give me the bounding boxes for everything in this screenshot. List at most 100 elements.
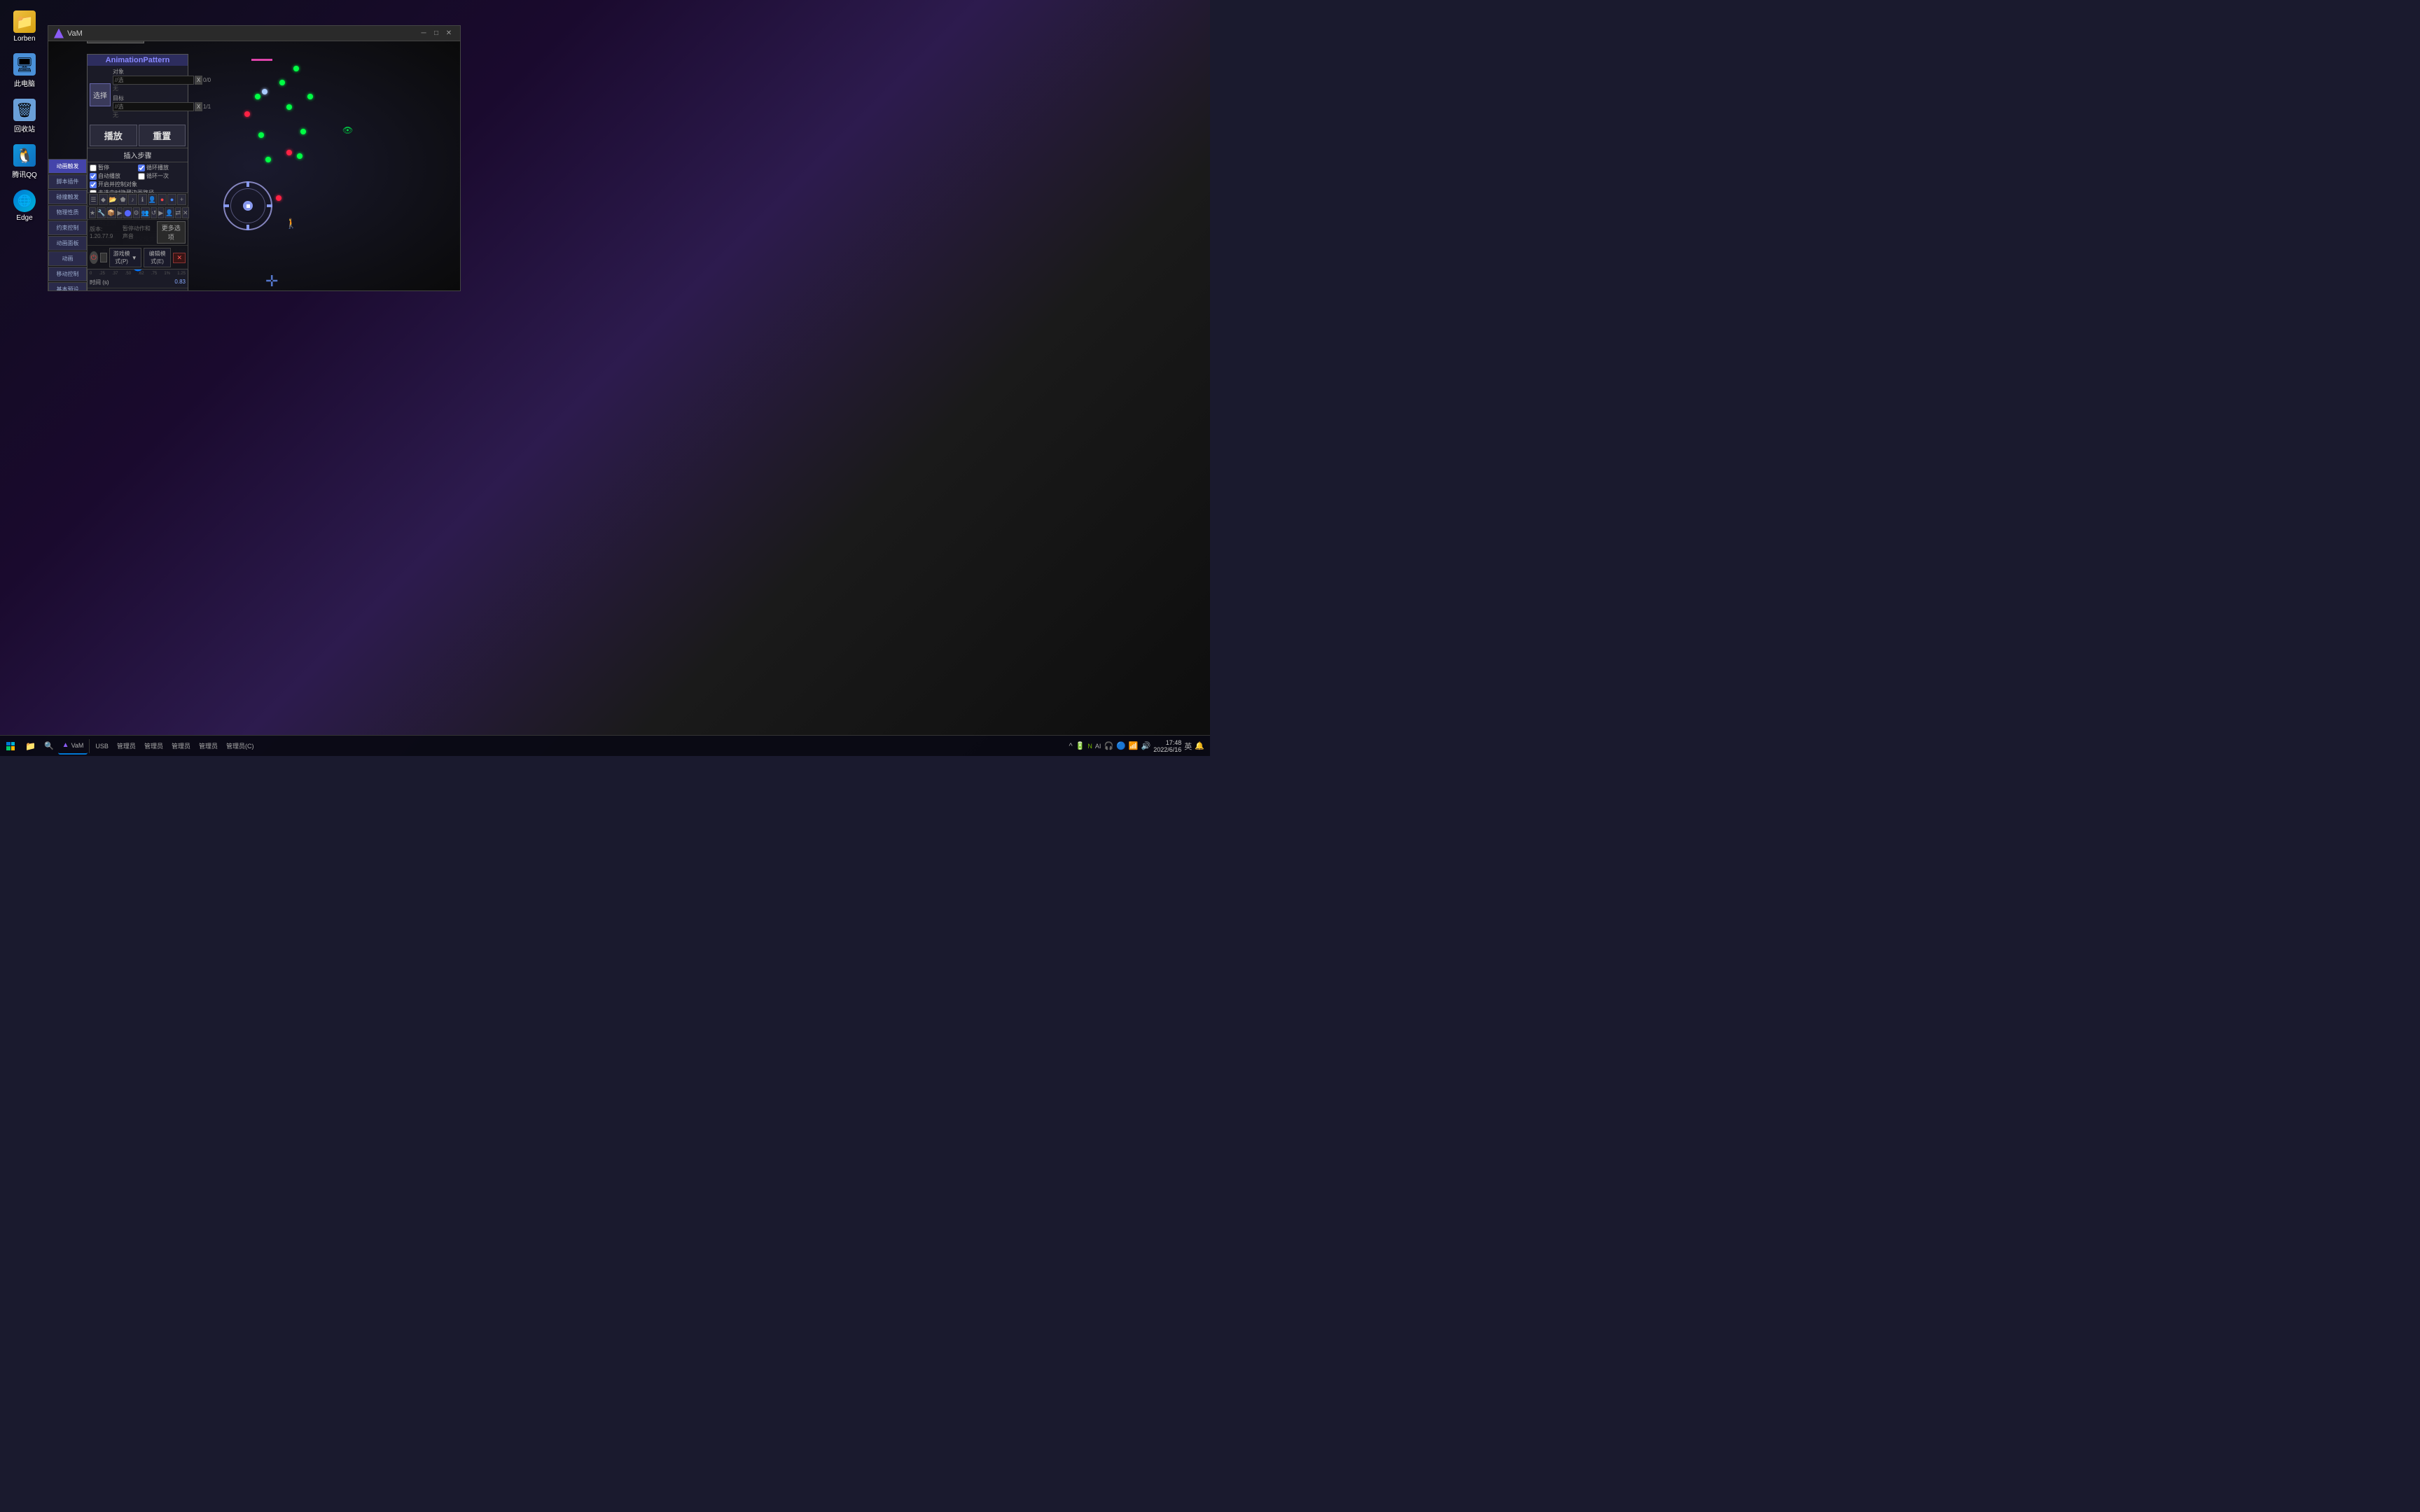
toolbar-icon-plus[interactable]: + [177, 194, 186, 205]
lang-indicator[interactable]: 英 [1184, 741, 1192, 752]
tray-wifi[interactable]: 📶 [1129, 741, 1139, 750]
toolbar-icon-row-2: ★ 🔧 📦 ▶ ⬤ ⚙ 👥 ↺ ▶ 👤 ⇄ ✕ [88, 206, 188, 220]
start-button[interactable] [0, 736, 21, 757]
taskbar-item-admin2[interactable]: 管理员 [140, 738, 167, 755]
toolbar-icon-circle-red[interactable]: ● [158, 194, 167, 205]
toolbar-icon-arrow-r[interactable]: ▶ [117, 207, 123, 218]
ctrl-point-left-shoulder[interactable] [255, 94, 260, 99]
target-input-row: X 1/1 [113, 102, 211, 111]
loop-once-label: 循环一次 [146, 172, 169, 180]
object-field-row: 对象 X 0/0 无 [113, 68, 211, 92]
tab-anim-trigger[interactable]: 动画触发 [48, 159, 87, 174]
edge-icon-img: 🌐 [13, 190, 36, 212]
tab-physics-prop[interactable]: 物理性质 [48, 205, 87, 220]
taskbar-item-admin4[interactable]: 管理员 [195, 738, 222, 755]
maximize-button[interactable]: □ [431, 29, 442, 38]
toolbar-icon-person2[interactable]: 👤 [165, 207, 174, 218]
target-clear-button[interactable]: X [195, 102, 202, 111]
taskbar-item-usb[interactable]: USB [91, 738, 113, 755]
game-mode-button[interactable]: 游戏模式(P) ▼ [109, 248, 141, 267]
loop-checkbox[interactable] [138, 164, 145, 172]
close-panel-button[interactable]: ✕ [173, 253, 186, 263]
taskbar-item-admin3[interactable]: 管理员 [167, 738, 195, 755]
toolbar-icon-play2[interactable]: ▶ [158, 207, 164, 218]
minimize-button[interactable]: ─ [418, 29, 429, 38]
ctrl-point-left-arm[interactable] [244, 111, 250, 117]
tab-animation[interactable]: 动画 [48, 251, 87, 266]
toolbar-icon-star[interactable]: ★ [89, 207, 96, 218]
toolbar-icon-shape1[interactable]: ◆ [99, 194, 108, 205]
tab-script-plugin[interactable]: 脚本插件 [48, 174, 87, 189]
toolbar-icon-shuffle[interactable]: ⇄ [175, 207, 182, 218]
ctrl-point-neck[interactable] [279, 80, 285, 85]
tray-icon-2[interactable]: AI [1095, 743, 1101, 750]
tab-move-special[interactable]: 移动控制 [48, 267, 87, 281]
tray-icon-3[interactable]: 🎧 [1104, 741, 1113, 750]
ctrl-point-right-shoulder[interactable] [307, 94, 313, 99]
toolbar-icon-refresh[interactable]: ↺ [151, 207, 158, 218]
tray-bluetooth[interactable]: 🔵 [1116, 741, 1126, 750]
toolbar-icon-gem[interactable]: ⬟ [118, 194, 127, 205]
more-options-button[interactable]: 更多选项 [157, 221, 186, 244]
tab-anim-panel[interactable]: 动画面板 [48, 236, 87, 251]
select-button[interactable]: 选择 [90, 83, 111, 106]
tray-icon-nvidia[interactable]: N [1087, 743, 1092, 750]
power-button[interactable]: ⏻ [90, 251, 98, 264]
qq-icon[interactable]: 🐧 腾讯QQ [2, 141, 48, 183]
toolbar-icon-circle-blue[interactable]: ● [167, 194, 176, 205]
toolbar-icon-circle2[interactable]: ⬤ [123, 207, 132, 218]
toolbar-icon-close2[interactable]: ✕ [182, 207, 189, 218]
lorben-icon[interactable]: 📁 Lorben [2, 7, 48, 46]
mypc-icon[interactable]: 🖥 此电脑 [2, 50, 48, 92]
tray-volume[interactable]: 🔊 [1141, 741, 1151, 750]
toolbar-icon-audio[interactable]: ♪ [128, 194, 137, 205]
edge-icon[interactable]: 🌐 Edge [2, 186, 48, 225]
target-input[interactable] [113, 102, 194, 111]
toolbar-icon-persons[interactable]: 👥 [141, 207, 150, 218]
tab-collision-trigger[interactable]: 碰撞触发 [48, 190, 87, 204]
taskbar-vam-item[interactable]: ▲ VaM [58, 738, 88, 755]
toolbar-icon-menu[interactable]: ☰ [89, 194, 98, 205]
desktop-icon-area: 📁 Lorben 🖥 此电脑 🗑 回收站 🐧 腾讯QQ 🌐 Edge [0, 0, 49, 756]
notification-icon[interactable]: 🔔 [1195, 741, 1204, 750]
ctrl-point-hip[interactable] [286, 150, 292, 155]
toolbar-icon-folder[interactable]: 📂 [109, 194, 118, 205]
ctrl-point-knee-l[interactable] [265, 157, 271, 162]
toolbar-icon-gear[interactable]: ⚙ [133, 207, 140, 218]
recycle-icon[interactable]: 🗑 回收站 [2, 95, 48, 137]
toolbar-icon-tool[interactable]: 🔧 [97, 207, 106, 218]
ctrl-point-waist-l[interactable] [258, 132, 264, 138]
object-input[interactable] [113, 76, 194, 85]
taskbar-search[interactable]: 🔍 [40, 738, 58, 755]
tab-constraint[interactable]: 约束控制 [48, 220, 87, 235]
object-clear-button[interactable]: X [195, 76, 202, 85]
loop-once-checkbox[interactable] [138, 173, 145, 180]
orbit-manipulator[interactable] [223, 181, 272, 230]
taskbar-item-adminc[interactable]: 管理员(C) [222, 738, 258, 755]
ctrl-point-foot-l[interactable] [276, 195, 281, 201]
taskbar-item-admin1[interactable]: 管理员 [113, 738, 140, 755]
move-icon[interactable]: ✛ [265, 272, 278, 290]
auto-play-checkbox[interactable] [90, 173, 97, 180]
toolbar-icon-box[interactable]: 📦 [106, 207, 116, 218]
tray-icon-1[interactable]: 🔋 [1076, 741, 1085, 750]
independent-edit-mode-button[interactable]: 独立编辑模式 [87, 41, 144, 43]
white-square[interactable] [100, 253, 107, 262]
reset-button[interactable]: 重置 [139, 125, 186, 146]
tab-basic-preset[interactable]: 基本预设 [48, 282, 87, 290]
tray-expand-icon[interactable]: ^ [1069, 742, 1073, 750]
ctrl-point-chest[interactable] [286, 104, 292, 110]
system-clock[interactable]: 17:48 2022/6/16 [1153, 739, 1181, 753]
head-light-icon [262, 89, 267, 94]
close-button[interactable]: ✕ [443, 29, 454, 38]
ctrl-point-waist-r[interactable] [300, 129, 306, 134]
taskbar-file-explorer[interactable]: 📁 [21, 738, 40, 755]
play-button[interactable]: 播放 [90, 125, 137, 146]
toolbar-icon-info[interactable]: ℹ [138, 194, 147, 205]
toolbar-icon-person1[interactable]: 👤 [148, 194, 157, 205]
edit-mode-button[interactable]: 编辑模式(E) [144, 248, 172, 267]
ctrl-point-knee-r[interactable] [297, 153, 302, 159]
pause-checkbox[interactable] [90, 164, 97, 172]
open-control-checkbox[interactable] [90, 181, 97, 188]
ctrl-point-head[interactable] [293, 66, 299, 71]
